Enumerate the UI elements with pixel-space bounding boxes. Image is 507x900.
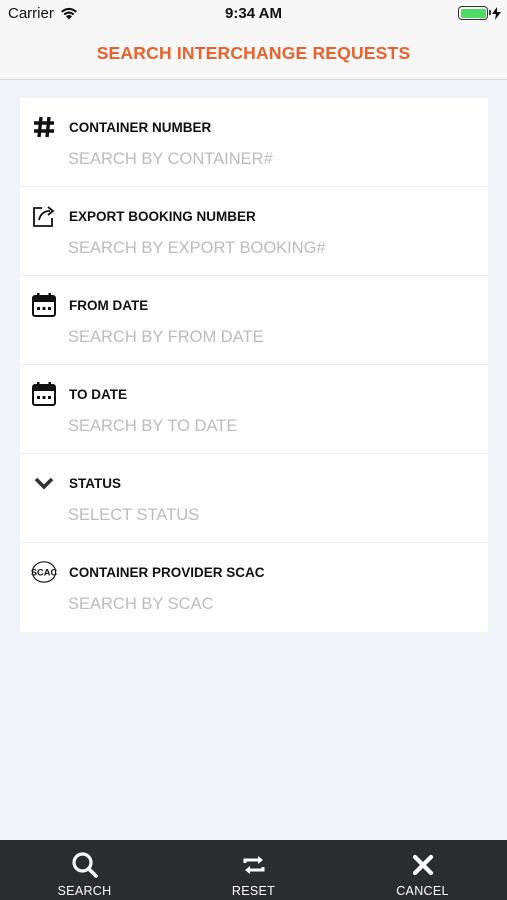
reset-button-label: RESET (231, 884, 276, 898)
status-field[interactable]: STATUS (20, 454, 488, 543)
battery-indicator (458, 6, 501, 20)
hash-icon (31, 114, 57, 140)
reset-button[interactable]: RESET (169, 840, 338, 900)
to-date-label: TO DATE (69, 387, 128, 402)
page-title: SEARCH INTERCHANGE REQUESTS (96, 43, 411, 63)
cancel-button[interactable]: CANCEL (338, 840, 507, 900)
to-date-input[interactable] (68, 414, 468, 438)
cancel-button-label: CANCEL (396, 884, 449, 898)
chevron-down-icon (31, 470, 57, 496)
svg-text:SCAC: SCAC (31, 568, 57, 578)
status-label: STATUS (69, 476, 121, 491)
search-button[interactable]: SEARCH (0, 840, 169, 900)
navigation-bar: SEARCH INTERCHANGE REQUESTS (0, 28, 507, 80)
container-number-input[interactable] (68, 147, 468, 171)
bottom-toolbar: SEARCH RESET CANCEL (0, 840, 507, 900)
clock: 9:34 AM (225, 5, 282, 22)
calendar-icon (31, 381, 57, 407)
calendar-icon (31, 292, 57, 318)
export-booking-number-label: EXPORT BOOKING NUMBER (69, 209, 256, 224)
reset-icon (239, 850, 269, 880)
from-date-label: FROM DATE (69, 298, 149, 313)
from-date-input[interactable] (68, 325, 468, 349)
scac-logo-icon: SCAC (31, 559, 57, 585)
export-booking-number-input[interactable] (68, 236, 468, 260)
container-provider-scac-field[interactable]: SCAC CONTAINER PROVIDER SCAC (20, 543, 488, 632)
share-icon (31, 203, 57, 229)
battery-level (460, 8, 486, 18)
search-icon (70, 850, 100, 880)
battery-icon (458, 6, 491, 20)
container-provider-scac-label: CONTAINER PROVIDER SCAC (69, 565, 265, 580)
to-date-field[interactable]: TO DATE (20, 365, 488, 454)
container-number-field[interactable]: CONTAINER NUMBER (20, 98, 488, 187)
search-button-label: SEARCH (57, 884, 112, 898)
from-date-field[interactable]: FROM DATE (20, 276, 488, 365)
search-form: CONTAINER NUMBER EXPORT BOOKING NUMBER (20, 98, 488, 632)
status-select[interactable] (68, 503, 468, 527)
close-icon (408, 850, 438, 880)
export-booking-number-field[interactable]: EXPORT BOOKING NUMBER (20, 187, 488, 276)
container-provider-scac-input[interactable] (68, 592, 468, 616)
container-number-label: CONTAINER NUMBER (69, 120, 212, 135)
status-bar: Carrier 9:34 AM (0, 0, 507, 28)
charging-bolt-icon (492, 6, 501, 20)
